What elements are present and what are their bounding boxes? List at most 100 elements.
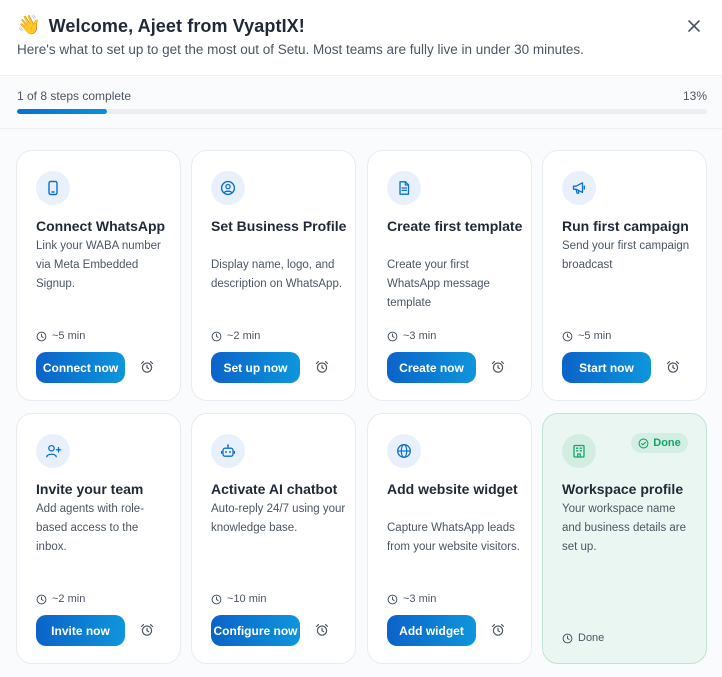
user-circle-icon xyxy=(220,180,236,196)
card-icon-wrap xyxy=(387,171,421,205)
card-time: ~10 min xyxy=(211,593,266,605)
card-time: ~5 min xyxy=(562,330,611,342)
progress-track xyxy=(17,109,707,114)
card-description: Create your first WhatsApp message templ… xyxy=(387,259,490,309)
card-title: Run first campaign xyxy=(562,218,689,234)
alarm-clock-icon xyxy=(140,624,154,636)
card-set-business-profile: Set Business Profile Display name, logo,… xyxy=(191,150,356,401)
alarm-clock-icon xyxy=(491,361,505,373)
megaphone-icon xyxy=(572,182,585,194)
card-title: Invite your team xyxy=(36,481,144,497)
card-title: Create first template xyxy=(387,218,523,234)
remind-later-button[interactable] xyxy=(314,359,330,375)
card-icon-wrap xyxy=(211,434,245,468)
clock-icon xyxy=(562,331,573,341)
set-up-now-button[interactable]: Set up now xyxy=(211,352,300,383)
setup-cards-grid: Connect WhatsApp Link your WABA number v… xyxy=(0,129,722,677)
bot-icon xyxy=(220,444,236,457)
card-time: ~2 min xyxy=(36,593,85,605)
building-icon xyxy=(573,444,585,458)
card-description: Display name, logo, and description on W… xyxy=(211,259,343,290)
card-add-website-widget: Add website widget Capture WhatsApp lead… xyxy=(367,413,532,664)
card-workspace-profile: Done Workspace profile Your workspace na… xyxy=(542,413,707,664)
clock-icon xyxy=(387,594,398,604)
clock-icon xyxy=(562,633,573,643)
remind-later-button[interactable] xyxy=(139,359,155,375)
card-icon-wrap xyxy=(36,434,70,468)
card-description: Send your first campaign broadcast xyxy=(562,240,690,271)
card-time-label: ~2 min xyxy=(52,593,86,605)
card-icon-wrap xyxy=(387,434,421,468)
card-create-first-template: Create first template Create your first … xyxy=(367,150,532,401)
card-description: Auto-reply 24/7 using your knowledge bas… xyxy=(211,503,346,534)
alarm-clock-icon xyxy=(666,361,680,373)
steps-complete-text: 1 of 8 steps complete xyxy=(17,89,132,103)
close-icon xyxy=(688,20,700,32)
user-plus-icon xyxy=(45,444,61,458)
card-time: ~5 min xyxy=(36,330,85,342)
card-icon-wrap xyxy=(562,434,596,468)
invite-now-button[interactable]: Invite now xyxy=(36,615,125,646)
connect-now-button[interactable]: Connect now xyxy=(36,352,125,383)
card-icon-wrap xyxy=(211,171,245,205)
card-time-label: ~5 min xyxy=(578,330,612,342)
onboarding-header: 👋 Welcome, Ajeet from VyaptIX! Here's wh… xyxy=(0,0,722,76)
card-time-label: ~2 min xyxy=(227,330,261,342)
close-button[interactable] xyxy=(684,16,704,36)
phone-icon xyxy=(48,180,58,196)
card-title: Set Business Profile xyxy=(211,218,347,234)
card-description: Link your WABA number via Meta Embedded … xyxy=(36,240,161,290)
alarm-clock-icon xyxy=(491,624,505,636)
card-title: Workspace profile xyxy=(562,481,684,497)
add-widget-button[interactable]: Add widget xyxy=(387,615,476,646)
card-time-label: ~3 min xyxy=(403,593,437,605)
clock-icon xyxy=(36,331,47,341)
title-row: 👋 Welcome, Ajeet from VyaptIX! xyxy=(17,14,305,38)
page-title: Welcome, Ajeet from VyaptIX! xyxy=(48,15,305,36)
alarm-clock-icon xyxy=(315,361,329,373)
card-icon-wrap xyxy=(562,171,596,205)
card-description: Add agents with role-based access to the… xyxy=(36,503,145,553)
card-time: ~3 min xyxy=(387,330,436,342)
remind-later-button[interactable] xyxy=(665,359,681,375)
done-badge-label: Done xyxy=(653,437,681,449)
progress-percent: 13% xyxy=(682,89,707,103)
card-run-first-campaign: Run first campaign Send your first campa… xyxy=(542,150,707,401)
card-activate-ai-chatbot: Activate AI chatbot Auto-reply 24/7 usin… xyxy=(191,413,356,664)
alarm-clock-icon xyxy=(140,361,154,373)
done-badge: Done xyxy=(631,433,688,453)
card-connect-whatsapp: Connect WhatsApp Link your WABA number v… xyxy=(16,150,181,401)
configure-now-button[interactable]: Configure now xyxy=(211,615,300,646)
card-description: Capture WhatsApp leads from your website… xyxy=(387,522,520,553)
progress-section: 1 of 8 steps complete 13% xyxy=(0,77,722,129)
clock-icon xyxy=(36,594,47,604)
card-icon-wrap xyxy=(36,171,70,205)
clock-icon xyxy=(387,331,398,341)
done-status-label: Done xyxy=(578,632,605,644)
create-now-button[interactable]: Create now xyxy=(387,352,476,383)
wave-emoji: 👋 xyxy=(17,15,41,36)
remind-later-button[interactable] xyxy=(490,622,506,638)
card-time-label: ~3 min xyxy=(403,330,437,342)
card-time-label: ~10 min xyxy=(227,593,267,605)
card-title: Activate AI chatbot xyxy=(211,481,338,497)
done-status: Done xyxy=(562,632,604,644)
page-subtitle: Here's what to set up to get the most ou… xyxy=(17,42,584,57)
card-description: Your workspace name and business details… xyxy=(562,503,687,553)
clock-icon xyxy=(211,594,222,604)
progress-fill xyxy=(17,109,107,114)
card-time: ~3 min xyxy=(387,593,436,605)
remind-later-button[interactable] xyxy=(490,359,506,375)
card-title: Connect WhatsApp xyxy=(36,218,166,234)
remind-later-button[interactable] xyxy=(139,622,155,638)
card-time: ~2 min xyxy=(211,330,260,342)
clock-icon xyxy=(211,331,222,341)
card-time-label: ~5 min xyxy=(52,330,86,342)
remind-later-button[interactable] xyxy=(314,622,330,638)
card-invite-your-team: Invite your team Add agents with role-ba… xyxy=(16,413,181,664)
start-now-button[interactable]: Start now xyxy=(562,352,651,383)
alarm-clock-icon xyxy=(315,624,329,636)
card-title: Add website widget xyxy=(387,481,518,497)
check-circle-icon xyxy=(638,438,649,448)
document-icon xyxy=(399,181,410,195)
